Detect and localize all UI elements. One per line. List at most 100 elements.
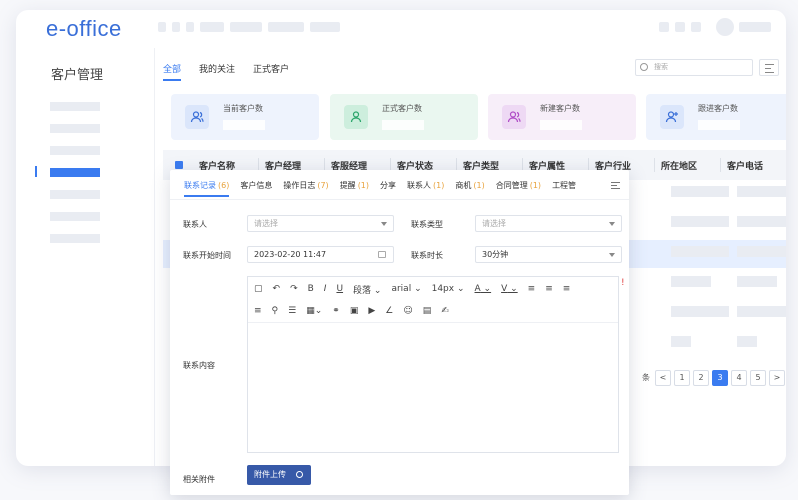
- nav-placeholder[interactable]: [186, 22, 194, 32]
- sidebar-item-active[interactable]: [50, 168, 100, 177]
- highlight-button[interactable]: V ⌄: [501, 284, 518, 294]
- dialog-tab-count: (1): [433, 181, 445, 190]
- font-color-label: A: [474, 284, 481, 294]
- duration-select[interactable]: 30分钟: [475, 246, 622, 263]
- page-button[interactable]: 1: [674, 370, 690, 386]
- search-input[interactable]: 搜索: [635, 59, 753, 76]
- italic-button[interactable]: I: [324, 284, 327, 294]
- document-icon[interactable]: ▤: [423, 306, 432, 316]
- dialog-tab-count: (1): [357, 181, 370, 190]
- start-time-input[interactable]: 2023-02-20 11:47: [247, 246, 394, 263]
- signature-icon[interactable]: ✍: [441, 306, 449, 316]
- sidebar: 客户管理: [16, 48, 144, 466]
- toolbar-icon-placeholder[interactable]: [675, 22, 685, 32]
- stat-value-placeholder: [540, 120, 582, 130]
- column-header[interactable]: 所在地区: [661, 159, 697, 172]
- rich-text-editor[interactable]: ▢ ↶ ↷ B I U 段落 ⌄ arial ⌄ 14px ⌄ A ⌄ V ⌄ …: [247, 276, 619, 453]
- nav-placeholder[interactable]: [172, 22, 180, 32]
- select-all-checkbox[interactable]: [175, 161, 183, 169]
- dialog-tab[interactable]: 合同管理 (1): [496, 180, 541, 197]
- stat-label: 当前客户数: [223, 104, 263, 113]
- nav-placeholder[interactable]: [200, 22, 224, 32]
- source-icon[interactable]: ▢: [254, 284, 263, 294]
- dialog-tab[interactable]: 客户信息: [240, 180, 272, 197]
- tab-divider: [170, 199, 629, 200]
- underline-button[interactable]: U: [336, 284, 343, 294]
- undo-icon[interactable]: ↶: [273, 284, 281, 294]
- sidebar-item[interactable]: [50, 146, 100, 155]
- page-button-active[interactable]: 3: [712, 370, 728, 386]
- nav-placeholder[interactable]: [230, 22, 262, 32]
- more-tabs-icon[interactable]: [611, 181, 621, 190]
- clear-format-icon[interactable]: ∠: [385, 306, 393, 316]
- editor-toolbar-row-2: ≡ ⚲ ☰ ▦⌄ ⚭ ▣ ▶ ∠ ☺ ▤ ✍: [248, 300, 618, 322]
- font-size-select[interactable]: 14px ⌄: [432, 284, 465, 294]
- dialog-tab[interactable]: 提醒 (1): [340, 180, 369, 197]
- nav-placeholder[interactable]: [310, 22, 340, 32]
- sidebar-item[interactable]: [50, 234, 100, 243]
- dialog-tab[interactable]: 商机 (1): [455, 180, 484, 197]
- sidebar-item[interactable]: [50, 190, 100, 199]
- table-cell: [737, 306, 786, 317]
- pagination: 条 < 1 2 3 4 5 >: [642, 370, 785, 387]
- table-cell: [671, 216, 729, 227]
- attachment-label: 相关附件: [183, 475, 215, 484]
- prev-page-button[interactable]: <: [655, 370, 671, 386]
- tab-all[interactable]: 全部: [163, 62, 182, 81]
- image-icon[interactable]: ▣: [350, 306, 359, 316]
- stat-card-followup[interactable]: 跟进客户数: [646, 94, 786, 140]
- align-left-icon[interactable]: ≡: [528, 284, 536, 294]
- stat-card-new[interactable]: 新建客户数: [488, 94, 636, 140]
- dialog-tab-label: 工程管: [552, 181, 577, 190]
- font-color-button[interactable]: A ⌄: [475, 284, 492, 294]
- dialog-tab[interactable]: 操作日志 (7): [283, 180, 328, 197]
- format-painter-icon[interactable]: ⚲: [272, 306, 279, 316]
- align-right-icon[interactable]: ≡: [563, 284, 571, 294]
- dialog-tab[interactable]: 联系记录 (6): [184, 180, 230, 197]
- contact-type-select[interactable]: 请选择: [475, 215, 622, 232]
- sidebar-item[interactable]: [50, 102, 100, 111]
- justify-icon[interactable]: ≡: [254, 306, 262, 316]
- toolbar-divider: [248, 322, 618, 323]
- font-select[interactable]: arial ⌄: [391, 284, 421, 294]
- paragraph-label: 段落: [353, 285, 372, 296]
- app-logo: e-office: [46, 16, 122, 41]
- page-button[interactable]: 5: [750, 370, 766, 386]
- sidebar-item[interactable]: [50, 212, 100, 221]
- paragraph-select[interactable]: 段落 ⌄: [353, 283, 381, 296]
- page-button[interactable]: 4: [731, 370, 747, 386]
- stat-card-formal[interactable]: 正式客户数: [330, 94, 478, 140]
- stat-value-placeholder: [382, 120, 424, 130]
- tab-following[interactable]: 我的关注: [199, 62, 235, 81]
- video-icon[interactable]: ▶: [368, 306, 375, 316]
- filter-button[interactable]: [759, 59, 779, 76]
- column-header[interactable]: 客户电话: [727, 159, 763, 172]
- next-page-button[interactable]: >: [769, 370, 785, 386]
- table-cell: [671, 276, 711, 287]
- stat-card-current[interactable]: 当前客户数: [171, 94, 319, 140]
- list-icon[interactable]: ☰: [288, 306, 296, 316]
- align-center-icon[interactable]: ≡: [545, 284, 553, 294]
- nav-placeholder[interactable]: [268, 22, 304, 32]
- nav-placeholder[interactable]: [158, 22, 166, 32]
- contact-select[interactable]: 请选择: [247, 215, 394, 232]
- sidebar-item[interactable]: [50, 124, 100, 133]
- bold-button[interactable]: B: [308, 284, 314, 294]
- upload-attachment-button[interactable]: 附件上传: [247, 465, 311, 485]
- redo-icon[interactable]: ↷: [290, 284, 298, 294]
- page-button[interactable]: 2: [693, 370, 709, 386]
- stat-label: 正式客户数: [382, 104, 422, 113]
- toolbar-icon-placeholder[interactable]: [691, 22, 701, 32]
- avatar[interactable]: [716, 18, 734, 36]
- tab-formal[interactable]: 正式客户: [253, 62, 289, 81]
- emoji-icon[interactable]: ☺: [403, 306, 412, 316]
- chevron-down-icon: [609, 222, 615, 226]
- table-icon[interactable]: ▦⌄: [306, 306, 322, 316]
- toolbar-icon-placeholder[interactable]: [659, 22, 669, 32]
- start-time-value: 2023-02-20 11:47: [254, 250, 327, 259]
- dialog-tab[interactable]: 分享: [380, 180, 396, 197]
- table-cell: [671, 306, 729, 317]
- link-icon[interactable]: ⚭: [332, 306, 340, 316]
- dialog-tab[interactable]: 联系人 (1): [407, 180, 444, 197]
- dialog-tab[interactable]: 工程管: [552, 180, 576, 197]
